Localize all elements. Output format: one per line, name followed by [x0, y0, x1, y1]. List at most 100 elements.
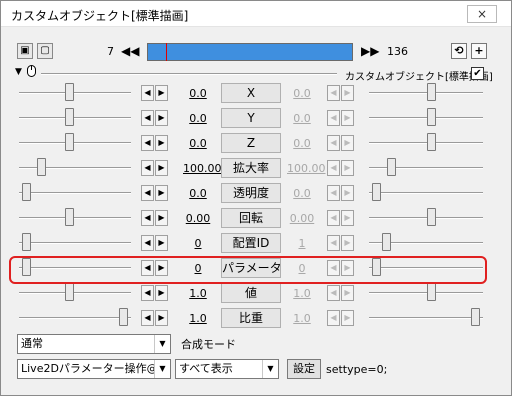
param-end-slider-track [369, 117, 483, 119]
param-value[interactable]: 0.00 [183, 212, 213, 225]
param-end-value: 1.0 [293, 287, 311, 300]
param-slider-thumb[interactable] [65, 208, 74, 226]
param-slider-track [19, 317, 131, 319]
param-value[interactable]: 100.00 [183, 162, 222, 175]
param-value[interactable]: 1.0 [183, 287, 213, 300]
param-end-slider-thumb[interactable] [471, 308, 480, 326]
decrement-arrow-button[interactable]: ◀ [141, 160, 154, 176]
end-decrement-arrow-button: ◀ [327, 110, 340, 126]
chain-icon[interactable]: ⟲ [451, 43, 467, 59]
param-value[interactable]: 0.0 [183, 187, 213, 200]
param-slider-track [19, 242, 131, 244]
param-value[interactable]: 1.0 [183, 312, 213, 325]
increment-arrow-button[interactable]: ▶ [155, 285, 168, 301]
param-end-slider-thumb[interactable] [427, 133, 436, 151]
param-slider-track [19, 217, 131, 219]
effect-select[interactable]: Live2Dパラメーター操作@Liv ▼ [17, 359, 171, 379]
param-end-slider-thumb[interactable] [427, 108, 436, 126]
param-slider-thumb[interactable] [65, 133, 74, 151]
param-name-button[interactable]: Y [221, 108, 281, 128]
decrement-arrow-button[interactable]: ◀ [141, 85, 154, 101]
param-name-button[interactable]: 回転 [221, 208, 281, 228]
mouse-icon [27, 65, 36, 80]
param-value[interactable]: 0.0 [183, 112, 213, 125]
param-slider-track [19, 142, 131, 144]
settings-button[interactable]: 設定 [287, 359, 321, 379]
param-name-button[interactable]: 比重 [221, 308, 281, 328]
blend-mode-select[interactable]: 通常 ▼ [17, 334, 171, 354]
param-end-value: 0.0 [293, 112, 311, 125]
end-increment-arrow-button: ▶ [341, 185, 354, 201]
decrement-arrow-button[interactable]: ◀ [141, 110, 154, 126]
param-slider-track [19, 117, 131, 119]
chevron-down-icon[interactable]: ▼ [154, 360, 170, 378]
param-end-slider-thumb[interactable] [387, 158, 396, 176]
param-end-slider-thumb[interactable] [427, 283, 436, 301]
param-name-button[interactable]: 値 [221, 283, 281, 303]
decrement-arrow-button[interactable]: ◀ [141, 185, 154, 201]
timeline-bar[interactable] [147, 43, 353, 61]
end-decrement-arrow-button: ◀ [327, 185, 340, 201]
param-value[interactable]: 0.0 [183, 137, 213, 150]
end-increment-arrow-button: ▶ [341, 160, 354, 176]
increment-arrow-button[interactable]: ▶ [155, 210, 168, 226]
increment-arrow-button[interactable]: ▶ [155, 235, 168, 251]
increment-arrow-button[interactable]: ▶ [155, 85, 168, 101]
param-name-button[interactable]: X [221, 83, 281, 103]
object-enable-checkbox[interactable]: ✔ [471, 67, 484, 80]
param-slider-track [19, 92, 131, 94]
chevron-down-icon[interactable]: ▼ [262, 360, 278, 378]
end-decrement-arrow-button: ◀ [327, 160, 340, 176]
window-title: カスタムオブジェクト[標準描画] [11, 9, 189, 23]
decrement-arrow-button[interactable]: ◀ [141, 310, 154, 326]
param-name-button[interactable]: 透明度 [221, 183, 281, 203]
expand-icon[interactable]: ▼ [15, 67, 22, 77]
end-decrement-arrow-button: ◀ [327, 85, 340, 101]
title-bar: カスタムオブジェクト[標準描画] × [1, 1, 511, 27]
param-slider-thumb[interactable] [65, 83, 74, 101]
timeline-cursor[interactable] [166, 43, 167, 61]
add-button[interactable]: + [471, 43, 487, 59]
prev-keyframe-button[interactable]: ◀◀ [121, 43, 139, 59]
end-increment-arrow-button: ▶ [341, 310, 354, 326]
frame-icon[interactable]: ▢ [37, 43, 53, 59]
end-increment-arrow-button: ▶ [341, 235, 354, 251]
param-end-slider-thumb[interactable] [382, 233, 391, 251]
param-value[interactable]: 0.0 [183, 87, 213, 100]
decrement-arrow-button[interactable]: ◀ [141, 285, 154, 301]
display-select[interactable]: すべて表示 ▼ [175, 359, 279, 379]
next-keyframe-button[interactable]: ▶▶ [361, 43, 379, 59]
end-decrement-arrow-button: ◀ [327, 310, 340, 326]
param-end-slider-thumb[interactable] [427, 83, 436, 101]
param-slider-thumb[interactable] [22, 233, 31, 251]
param-name-button[interactable]: 拡大率 [221, 158, 281, 178]
start-frame: 7 [107, 45, 114, 58]
param-slider-thumb[interactable] [119, 308, 128, 326]
close-button[interactable]: × [467, 5, 497, 23]
decrement-arrow-button[interactable]: ◀ [141, 135, 154, 151]
end-increment-arrow-button: ▶ [341, 110, 354, 126]
decrement-arrow-button[interactable]: ◀ [141, 235, 154, 251]
param-name-button[interactable]: Z [221, 133, 281, 153]
increment-arrow-button[interactable]: ▶ [155, 310, 168, 326]
increment-arrow-button[interactable]: ▶ [155, 110, 168, 126]
chevron-down-icon[interactable]: ▼ [154, 335, 170, 353]
custom-object-window: カスタムオブジェクト[標準描画] × ▣ ▢ 7 ◀◀ ▶▶ 136 ⟲ + ▼… [0, 0, 512, 396]
param-slider-thumb[interactable] [22, 183, 31, 201]
param-slider-thumb[interactable] [37, 158, 46, 176]
param-end-slider-thumb[interactable] [427, 208, 436, 226]
param-end-value: 0.0 [293, 137, 311, 150]
param-end-slider-thumb[interactable] [372, 183, 381, 201]
end-decrement-arrow-button: ◀ [327, 285, 340, 301]
param-end-value: 1.0 [293, 312, 311, 325]
param-slider-thumb[interactable] [65, 108, 74, 126]
param-name-button[interactable]: 配置ID [221, 233, 281, 253]
param-value[interactable]: 0 [183, 237, 213, 250]
param-slider-thumb[interactable] [65, 283, 74, 301]
increment-arrow-button[interactable]: ▶ [155, 185, 168, 201]
decrement-arrow-button[interactable]: ◀ [141, 210, 154, 226]
camera-icon[interactable]: ▣ [17, 43, 33, 59]
increment-arrow-button[interactable]: ▶ [155, 160, 168, 176]
param-end-slider-track [369, 92, 483, 94]
increment-arrow-button[interactable]: ▶ [155, 135, 168, 151]
